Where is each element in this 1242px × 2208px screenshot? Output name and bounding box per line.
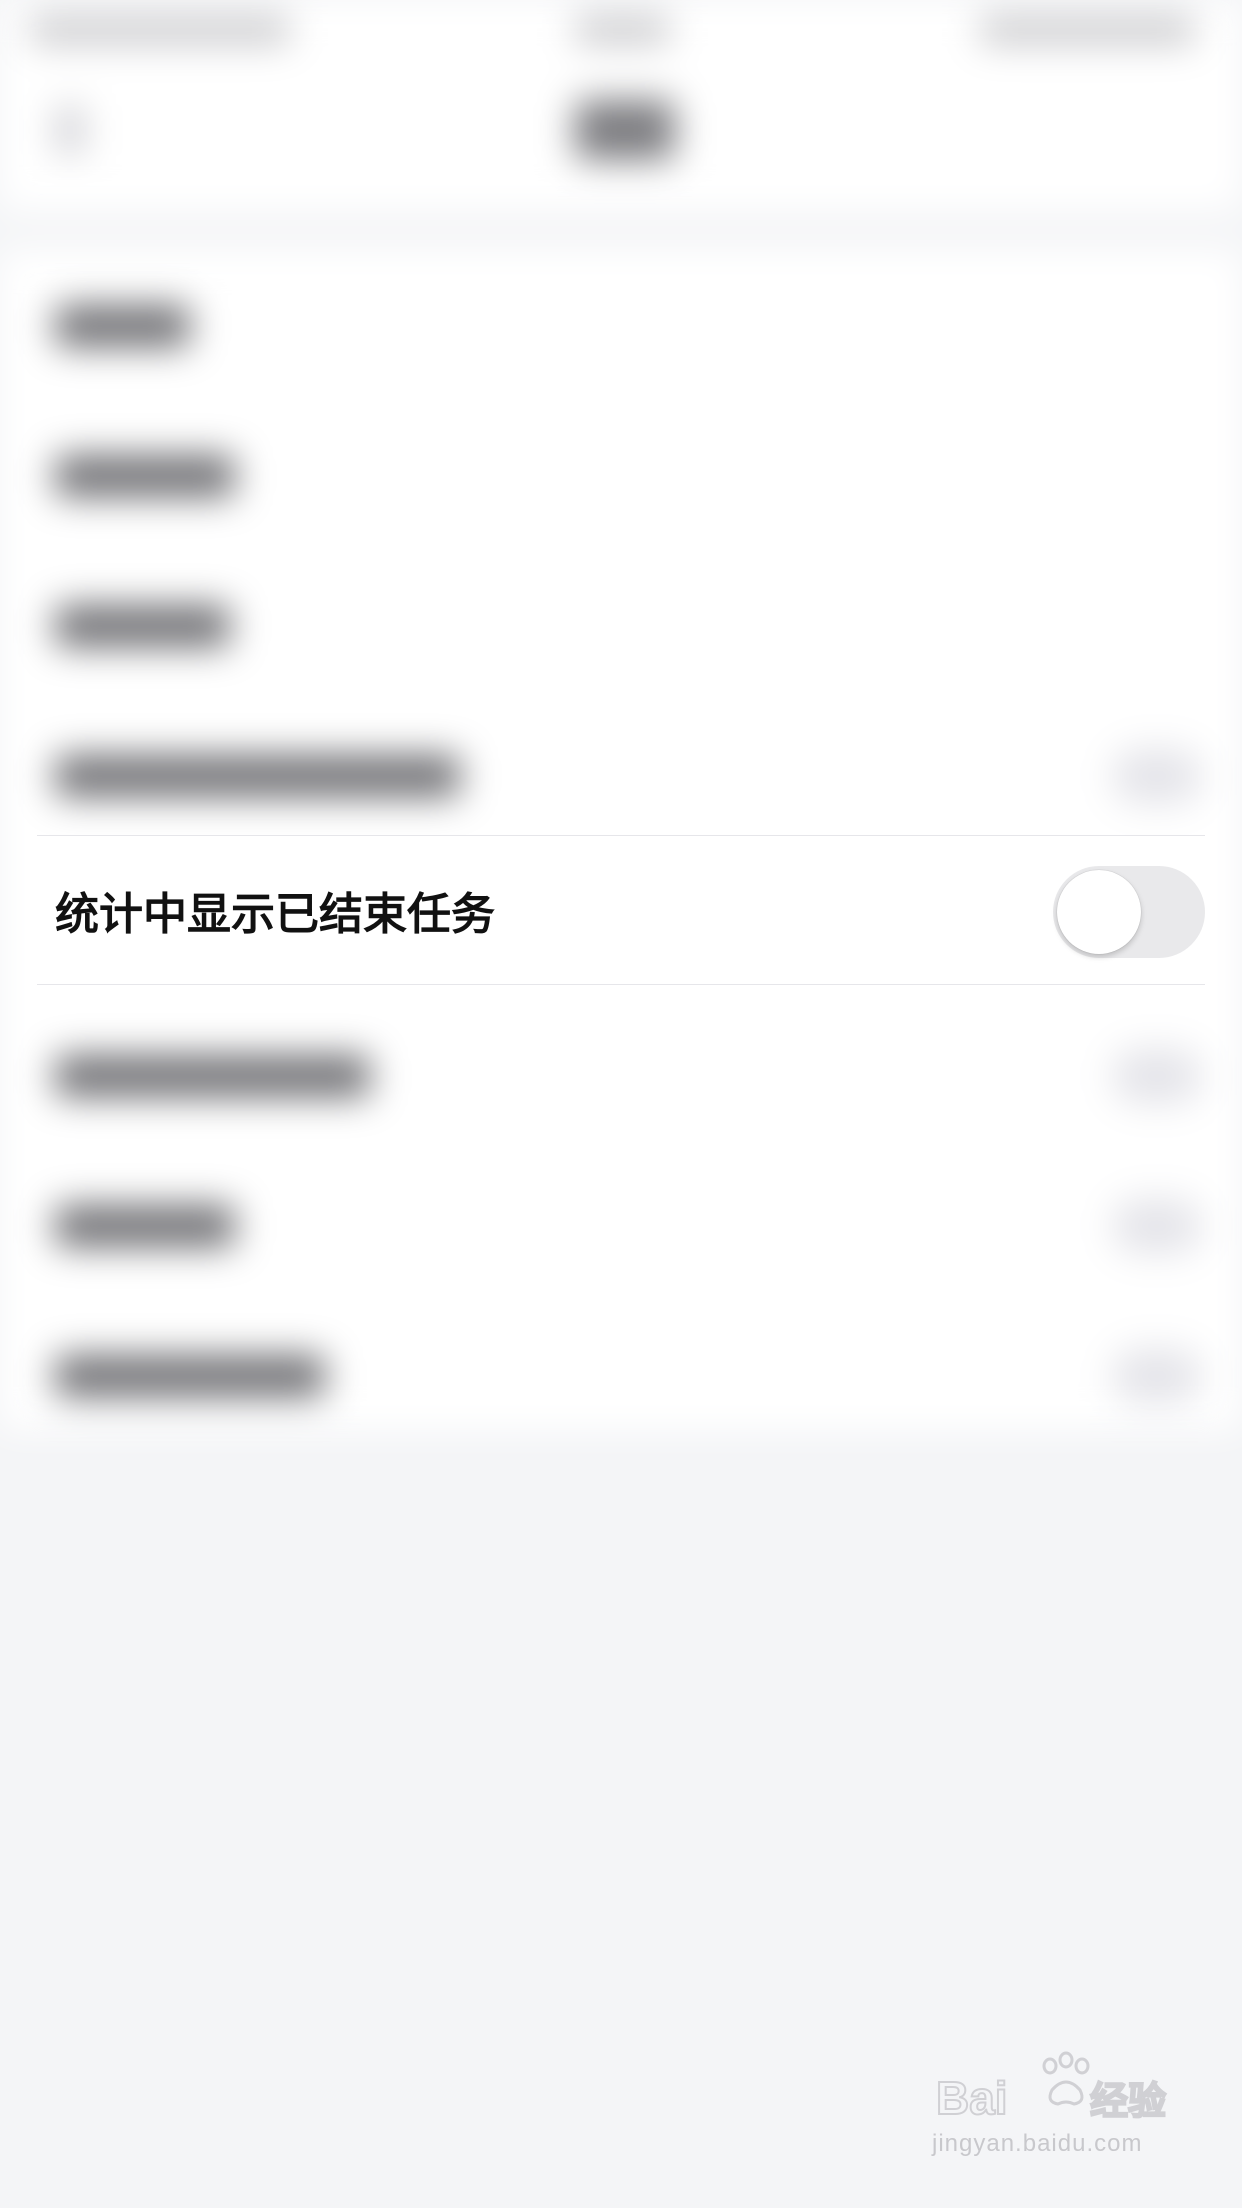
blurred-label	[55, 755, 460, 797]
settings-row-blurred[interactable]	[0, 1300, 1242, 1450]
blurred-toggle[interactable]	[1112, 1198, 1202, 1254]
watermark-url: jingyan.baidu.com	[932, 2130, 1143, 2157]
blurred-label	[55, 605, 230, 647]
blurred-background	[0, 0, 1242, 2208]
status-bar-left-block	[30, 16, 290, 44]
nav-title-blurred	[575, 100, 675, 160]
settings-row-blurred[interactable]	[0, 550, 1242, 700]
toggle-knob[interactable]	[1057, 870, 1141, 954]
settings-row-blurred[interactable]	[0, 250, 1242, 400]
show-finished-tasks-toggle[interactable]	[1053, 866, 1205, 958]
navigation-bar	[0, 60, 1242, 210]
settings-row-blurred[interactable]	[0, 1000, 1242, 1150]
back-icon[interactable]	[55, 105, 85, 155]
settings-row-blurred[interactable]	[0, 400, 1242, 550]
settings-row-blurred[interactable]	[0, 1150, 1242, 1300]
blurred-label	[55, 1205, 235, 1247]
status-bar-right-block	[980, 16, 1195, 44]
status-bar-center-block	[575, 16, 670, 44]
show-finished-tasks-row: 统计中显示已结束任务	[37, 835, 1205, 985]
svg-text:经验: 经验	[1090, 2079, 1166, 2123]
show-finished-tasks-label: 统计中显示已结束任务	[55, 889, 495, 940]
blurred-toggle[interactable]	[1112, 748, 1202, 804]
svg-text:Bai: Bai	[936, 2072, 1008, 2124]
blurred-label	[55, 455, 235, 497]
blurred-toggle[interactable]	[1112, 1048, 1202, 1104]
settings-row-blurred[interactable]	[0, 700, 1242, 850]
baidu-paw-logo: Bai 经验	[935, 2051, 1167, 2125]
status-bar	[0, 0, 1242, 60]
baidu-jingyan-watermark: Bai 经验 jingyan.baidu.com	[932, 2048, 1172, 2168]
blurred-toggle[interactable]	[1112, 1348, 1202, 1404]
blurred-label	[55, 1055, 370, 1097]
blurred-label	[55, 305, 190, 347]
blurred-label	[55, 1355, 325, 1397]
